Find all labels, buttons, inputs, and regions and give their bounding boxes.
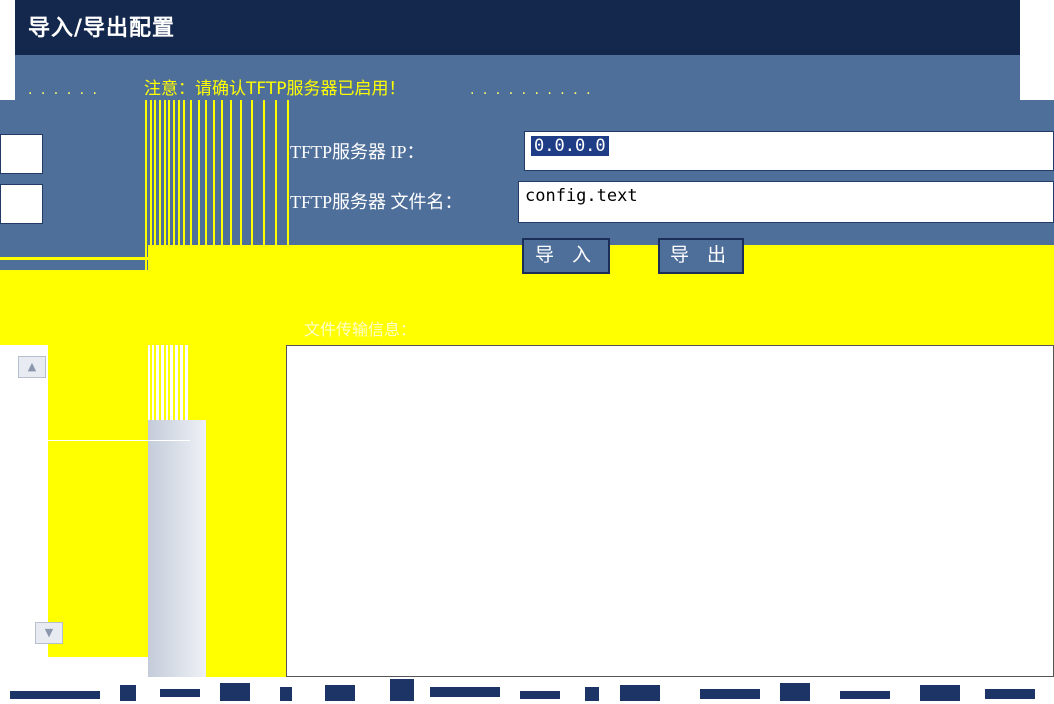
file-name-input[interactable]: config.text: [518, 181, 1054, 223]
transfer-info-label: 文件传输信息：: [304, 322, 417, 339]
file-name-value: config.text: [525, 186, 638, 206]
server-ip-value: 0.0.0.0: [531, 136, 609, 156]
page-title: 导入/导出配置: [28, 16, 176, 41]
left-pane-footer: [0, 657, 160, 677]
glitch-line: [0, 440, 190, 441]
notice-text: 注意：请确认TFTP服务器已启用！: [144, 79, 406, 99]
left-scroll-pane[interactable]: [0, 345, 48, 657]
export-button[interactable]: 导 出: [658, 238, 744, 274]
glitch-line: [610, 257, 658, 260]
glitch-yellow-area: [0, 270, 148, 345]
notice-artifact-dots: . . . . . .: [28, 82, 99, 98]
glitch-line: [745, 250, 1054, 253]
bottom-status-strip: [0, 677, 1054, 704]
glitch-gray-column: [148, 420, 206, 704]
transfer-info-textarea[interactable]: [286, 345, 1054, 677]
server-ip-input[interactable]: 0.0.0.0: [524, 131, 1054, 171]
glitch-yellow-area: [48, 345, 148, 657]
notice-artifact-dots: . . . . . . . . . .: [470, 82, 593, 98]
left-truncated-input[interactable]: [0, 184, 43, 224]
file-name-label: TFTP服务器 文件名：: [290, 192, 463, 212]
left-truncated-input[interactable]: [0, 134, 43, 174]
chevron-up-icon[interactable]: ▲: [18, 356, 46, 378]
glitch-line: [0, 257, 148, 260]
glitch-line: [745, 258, 1054, 261]
import-button[interactable]: 导 入: [522, 238, 610, 274]
chevron-down-icon[interactable]: ▼: [35, 622, 63, 644]
server-ip-label: TFTP服务器 IP：: [290, 142, 425, 162]
